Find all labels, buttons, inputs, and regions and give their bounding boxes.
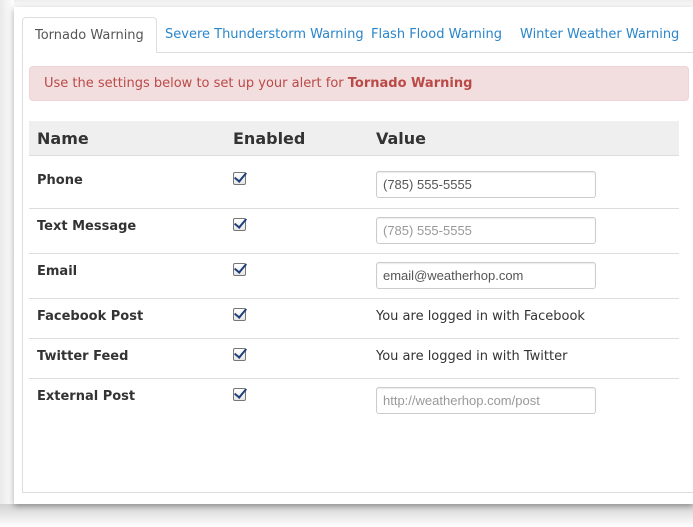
alert-message: Use the settings below to set up your al… xyxy=(29,66,689,101)
external-post-url-input[interactable] xyxy=(376,387,596,414)
twitter-login-status: You are logged in with Twitter xyxy=(376,349,568,364)
column-header-value: Value xyxy=(376,129,427,148)
row-label: Facebook Post xyxy=(37,309,144,324)
window-shadow-bottom xyxy=(0,504,693,527)
row-label: Text Message xyxy=(37,219,137,234)
text-message-input[interactable] xyxy=(376,217,596,244)
warning-tabs: Tornado Warning Severe Thunderstorm Warn… xyxy=(22,17,693,53)
tab-winter-weather-warning[interactable]: Winter Weather Warning xyxy=(520,17,679,52)
column-header-enabled: Enabled xyxy=(233,129,306,148)
tab-tornado-warning[interactable]: Tornado Warning xyxy=(22,17,157,53)
row-label: External Post xyxy=(37,389,136,404)
enabled-checkbox[interactable] xyxy=(233,172,246,185)
column-header-name: Name xyxy=(37,129,89,148)
window-shadow-left xyxy=(0,0,14,527)
window-shadow-top xyxy=(0,0,693,7)
row-label: Twitter Feed xyxy=(37,349,129,364)
facebook-login-status: You are logged in with Facebook xyxy=(376,309,585,324)
tab-severe-thunderstorm-warning[interactable]: Severe Thunderstorm Warning xyxy=(165,17,364,52)
table-row-external-post: External Post xyxy=(29,379,679,424)
row-label: Email xyxy=(37,264,78,279)
table-row-text-message: Text Message xyxy=(29,209,679,254)
row-label: Phone xyxy=(37,173,83,188)
alert-highlight-text: Tornado Warning xyxy=(347,76,473,91)
enabled-checkbox[interactable] xyxy=(233,388,246,401)
enabled-checkbox[interactable] xyxy=(233,308,246,321)
table-row-facebook-post: Facebook Post You are logged in with Fac… xyxy=(29,299,679,339)
table-row-phone: Phone xyxy=(29,163,679,209)
enabled-checkbox[interactable] xyxy=(233,218,246,231)
enabled-checkbox[interactable] xyxy=(233,263,246,276)
table-header: Name Enabled Value xyxy=(29,121,679,156)
tab-flash-flood-warning[interactable]: Flash Flood Warning xyxy=(371,17,502,52)
enabled-checkbox[interactable] xyxy=(233,348,246,361)
email-input[interactable] xyxy=(376,262,596,289)
alert-prefix-text: Use the settings below to set up your al… xyxy=(44,76,348,91)
table-row-twitter-feed: Twitter Feed You are logged in with Twit… xyxy=(29,339,679,379)
phone-input[interactable] xyxy=(376,171,596,198)
table-row-email: Email xyxy=(29,254,679,299)
